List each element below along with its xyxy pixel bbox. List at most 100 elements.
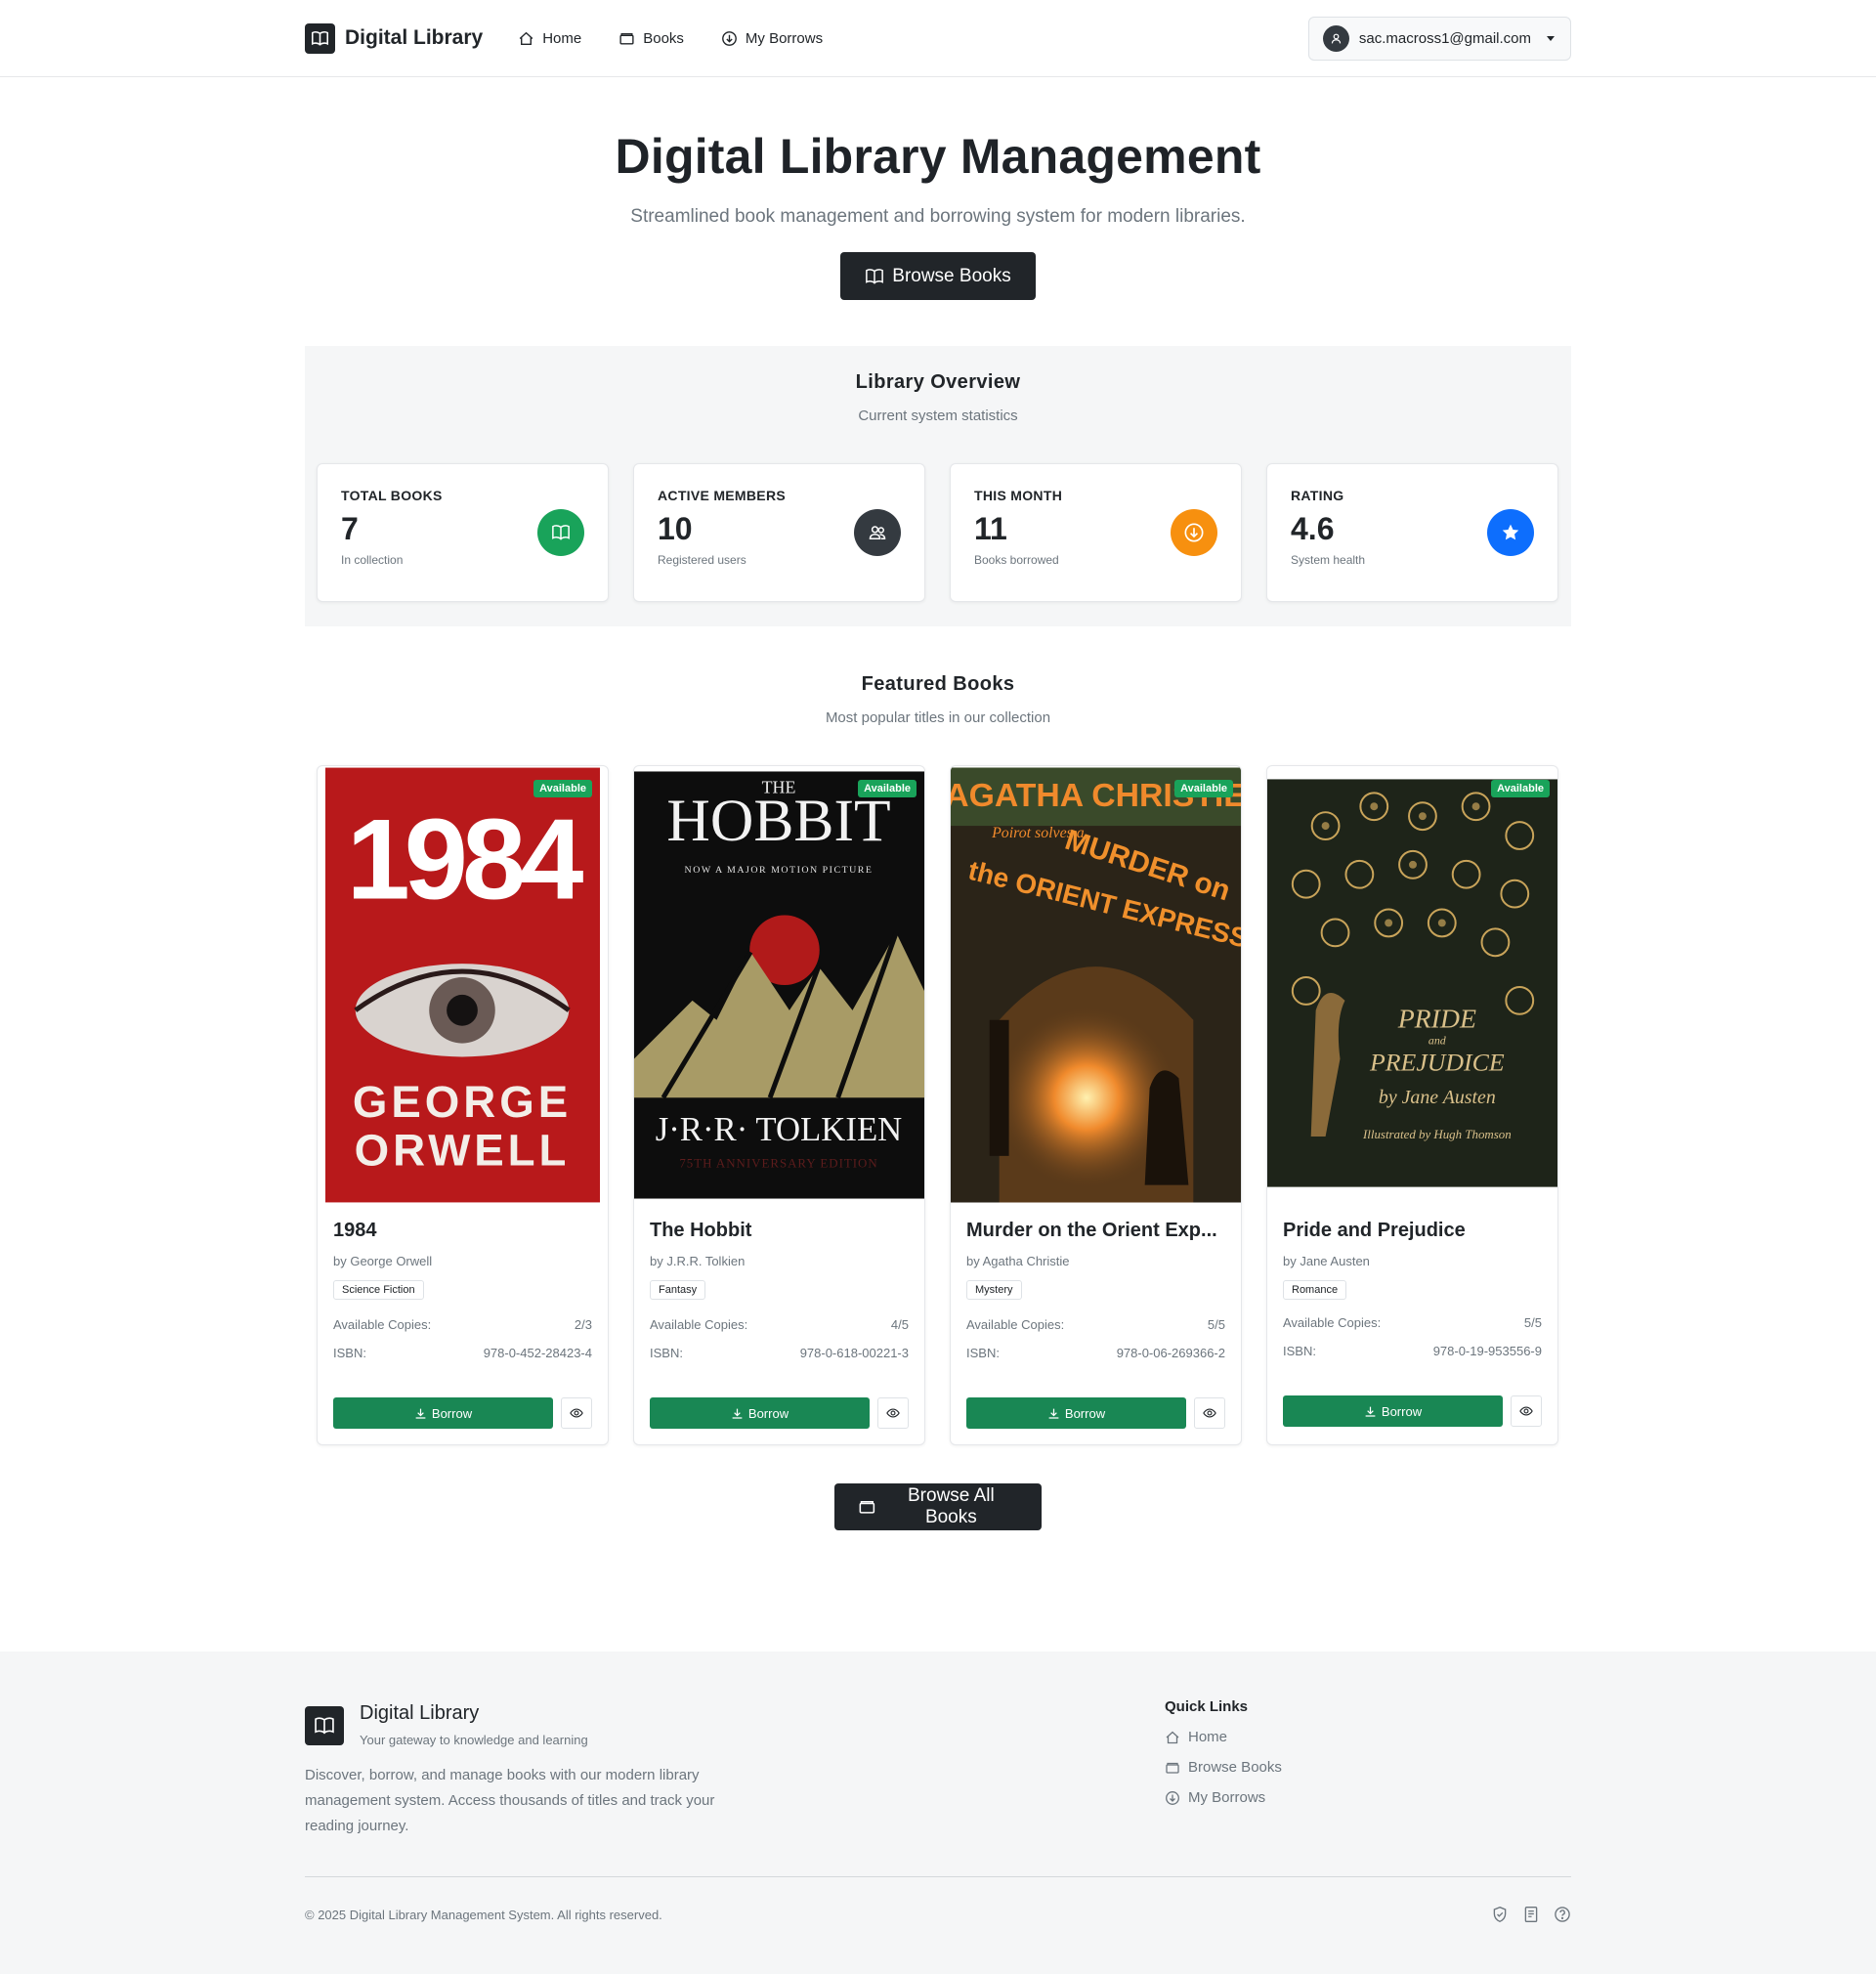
- stat-hint: System health: [1291, 553, 1366, 567]
- overview-subtitle: Current system statistics: [858, 408, 1018, 424]
- caret-down-icon: [1547, 35, 1555, 41]
- copies-label: Available Copies:: [966, 1317, 1065, 1332]
- view-details-button[interactable]: [1511, 1395, 1542, 1427]
- download-circle-icon: [722, 30, 737, 46]
- isbn-value: 978-0-06-269366-2: [1116, 1346, 1225, 1360]
- book-cover-image[interactable]: 1984 GEORGE ORWELL Available: [325, 766, 600, 1204]
- book-author: by George Orwell: [333, 1254, 433, 1268]
- help-icon[interactable]: [1554, 1906, 1571, 1923]
- quick-links: Quick Links Home Browse Books My Borrows: [1165, 1698, 1282, 1806]
- copies-value: 4/5: [890, 1317, 909, 1332]
- download-circle-icon: [1171, 509, 1217, 556]
- svg-text:GEORGE: GEORGE: [353, 1077, 572, 1127]
- quick-link-browse-books[interactable]: Browse Books: [1165, 1759, 1282, 1776]
- stat-card-active-members: ACTIVE MEMBERS 10 Registered users: [633, 463, 925, 602]
- quick-link-label: Home: [1188, 1729, 1228, 1745]
- footer-tagline: Your gateway to knowledge and learning: [360, 1733, 588, 1747]
- svg-text:ORWELL: ORWELL: [355, 1126, 571, 1176]
- view-details-button[interactable]: [877, 1397, 909, 1429]
- svg-text:NOW A MAJOR MOTION PICTURE: NOW A MAJOR MOTION PICTURE: [685, 865, 874, 876]
- genre-badge: Fantasy: [650, 1280, 706, 1300]
- borrow-button[interactable]: Borrow: [333, 1397, 553, 1429]
- book-title[interactable]: The Hobbit: [650, 1220, 909, 1242]
- book-cover-image[interactable]: AGATHA CHRISTIE Poirot solves a MURDER o…: [951, 766, 1241, 1204]
- svg-text:75TH ANNIVERSARY EDITION: 75TH ANNIVERSARY EDITION: [679, 1156, 877, 1171]
- library-overview: Library Overview Current system statisti…: [305, 346, 1571, 626]
- featured-books: Featured Books Most popular titles in ou…: [305, 673, 1571, 1530]
- isbn-value: 978-0-19-953556-9: [1432, 1344, 1542, 1358]
- book-icon: [537, 509, 584, 556]
- genre-badge: Mystery: [966, 1280, 1022, 1300]
- nav-books[interactable]: Books: [618, 30, 684, 47]
- book-card[interactable]: AGATHA CHRISTIE Poirot solves a MURDER o…: [950, 765, 1242, 1445]
- borrow-label: Borrow: [431, 1405, 473, 1421]
- stat-label: ACTIVE MEMBERS: [658, 488, 786, 503]
- stat-label: THIS MONTH: [974, 488, 1063, 503]
- isbn-label: ISBN:: [1283, 1344, 1316, 1358]
- document-icon[interactable]: [1522, 1906, 1540, 1923]
- browse-all-books-button[interactable]: Browse All Books: [834, 1483, 1042, 1530]
- copies-label: Available Copies:: [1283, 1315, 1382, 1330]
- browse-all-label: Browse All Books: [908, 1485, 995, 1527]
- borrow-button[interactable]: Borrow: [1283, 1395, 1503, 1427]
- svg-text:and: and: [1428, 1034, 1446, 1048]
- genre-badge: Romance: [1283, 1280, 1347, 1300]
- copies-value: 2/3: [574, 1317, 592, 1332]
- footer-divider: [305, 1876, 1571, 1877]
- quick-link-home[interactable]: Home: [1165, 1729, 1282, 1745]
- download-icon: [732, 1408, 743, 1419]
- copies-value: 5/5: [1207, 1317, 1225, 1332]
- stat-hint: Books borrowed: [974, 553, 1059, 567]
- quick-links-title: Quick Links: [1165, 1698, 1249, 1715]
- book-cover-image[interactable]: PRIDE and PREJUDICE by Jane Austen Illus…: [1267, 766, 1557, 1204]
- view-details-button[interactable]: [1194, 1397, 1225, 1429]
- shield-icon[interactable]: [1491, 1906, 1509, 1923]
- eye-icon: [886, 1408, 900, 1418]
- browse-books-button[interactable]: Browse Books: [840, 252, 1036, 300]
- nav-books-label: Books: [643, 29, 684, 47]
- book-card[interactable]: THE HOBBIT NOW A MAJOR MOTION PICTURE J·…: [633, 765, 925, 1445]
- stat-card-rating: RATING 4.6 System health: [1266, 463, 1558, 602]
- nav-home[interactable]: Home: [518, 30, 581, 47]
- borrow-button[interactable]: Borrow: [966, 1397, 1186, 1429]
- book-card[interactable]: PRIDE and PREJUDICE by Jane Austen Illus…: [1266, 765, 1558, 1445]
- copyright-text: © 2025 Digital Library Management System…: [305, 1908, 662, 1922]
- nav-my-borrows-label: My Borrows: [745, 29, 824, 47]
- house-icon: [519, 31, 533, 45]
- borrow-label: Borrow: [1064, 1405, 1106, 1421]
- view-details-button[interactable]: [561, 1397, 592, 1429]
- isbn-value: 978-0-618-00221-3: [799, 1346, 909, 1360]
- footer-name: Digital Library: [360, 1702, 480, 1724]
- browse-books-label: Browse Books: [892, 265, 1011, 286]
- quick-link-my-borrows[interactable]: My Borrows: [1165, 1789, 1282, 1806]
- borrow-button[interactable]: Borrow: [650, 1397, 870, 1429]
- book-icon: [866, 268, 884, 284]
- borrow-label: Borrow: [747, 1405, 789, 1421]
- hero-section: Digital Library Management Streamlined b…: [0, 77, 1876, 300]
- available-badge: Available: [533, 780, 592, 797]
- available-badge: Available: [1491, 780, 1550, 797]
- book-author: by Jane Austen: [1283, 1254, 1370, 1268]
- hero-title: Digital Library Management: [615, 129, 1261, 184]
- eye-icon: [1519, 1406, 1533, 1416]
- download-icon: [1365, 1406, 1376, 1417]
- book-title[interactable]: 1984: [333, 1220, 592, 1242]
- available-badge: Available: [1174, 780, 1233, 797]
- nav-my-borrows[interactable]: My Borrows: [721, 30, 823, 47]
- featured-subtitle: Most popular titles in our collection: [825, 709, 1051, 726]
- brand-link[interactable]: Digital Library: [305, 22, 483, 54]
- svg-text:1984: 1984: [347, 795, 584, 923]
- book-cover-image[interactable]: THE HOBBIT NOW A MAJOR MOTION PICTURE J·…: [634, 766, 924, 1204]
- book-title[interactable]: Pride and Prejudice: [1283, 1220, 1542, 1242]
- svg-text:J·R·R· TOLKIEN: J·R·R· TOLKIEN: [656, 1110, 903, 1148]
- book-icon: [305, 22, 335, 54]
- archive-icon: [619, 32, 634, 45]
- svg-text:HOBBIT: HOBBIT: [666, 788, 890, 854]
- book-card[interactable]: 1984 GEORGE ORWELL Available 1984 by Geo…: [317, 765, 609, 1445]
- genre-badge: Science Fiction: [333, 1280, 424, 1300]
- available-badge: Available: [858, 780, 917, 797]
- book-title[interactable]: Murder on the Orient Exp...: [966, 1220, 1225, 1242]
- book-icon: [305, 1706, 344, 1745]
- navbar: Digital Library Home Books My Borrows sa…: [0, 0, 1876, 77]
- user-menu-dropdown[interactable]: sac.macross1@gmail.com: [1307, 16, 1571, 61]
